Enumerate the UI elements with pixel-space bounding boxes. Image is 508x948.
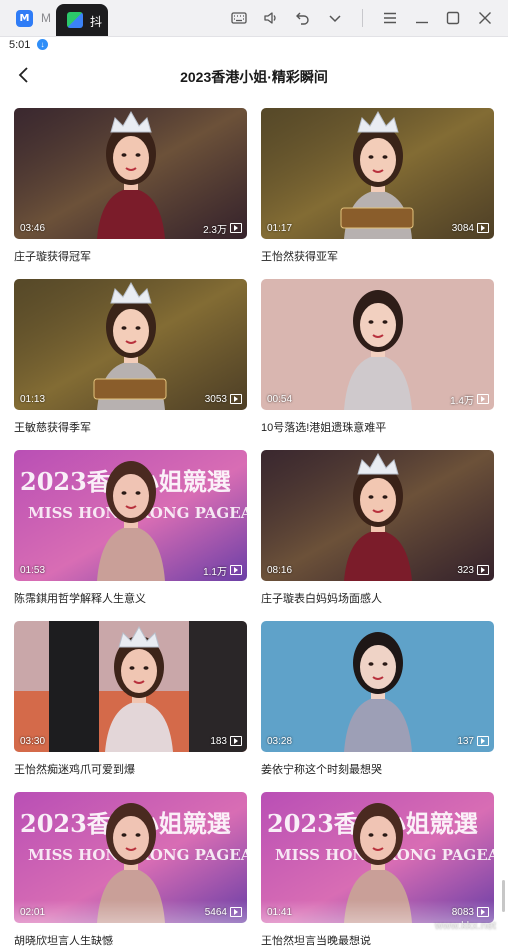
video-card[interactable]: 2023香港小姐競選 MISS HONG KONG PAGEANT 01:53 … bbox=[14, 450, 247, 606]
thumbnail-image bbox=[14, 108, 247, 239]
video-thumbnail[interactable]: 08:16 323 bbox=[261, 450, 494, 581]
view-count-text: 183 bbox=[210, 735, 227, 747]
divider bbox=[362, 9, 363, 27]
thumbnail-image bbox=[261, 108, 494, 239]
video-thumbnail[interactable]: 01:17 3084 bbox=[261, 108, 494, 239]
emulator-title-bar: M M 抖 bbox=[0, 0, 508, 37]
play-icon bbox=[477, 223, 489, 233]
video-thumbnail[interactable]: 2023香港小姐競選 MISS HONG KONG PAGEANT 01:53 … bbox=[14, 450, 247, 581]
view-count-text: 2.3万 bbox=[203, 224, 227, 236]
download-notification-icon: ↓ bbox=[37, 39, 48, 50]
view-count: 1.1万 bbox=[203, 564, 242, 578]
maximize-icon[interactable] bbox=[443, 8, 463, 28]
video-thumbnail[interactable]: 03:46 2.3万 bbox=[14, 108, 247, 239]
keyboard-icon[interactable] bbox=[229, 8, 249, 28]
view-count-text: 137 bbox=[457, 735, 474, 747]
app-logo-icon[interactable]: M bbox=[16, 10, 33, 27]
play-icon bbox=[477, 394, 489, 404]
tab-app-icon bbox=[67, 12, 83, 28]
view-count-text: 1.4万 bbox=[450, 395, 474, 407]
video-card[interactable]: 00:54 1.4万 10号落选!港姐遗珠意难平 bbox=[261, 279, 494, 435]
thumbnail-image: 2023香港小姐競選 MISS HONG KONG PAGEANT bbox=[14, 450, 247, 581]
thumbnail-image bbox=[261, 450, 494, 581]
scrollbar[interactable] bbox=[502, 880, 505, 912]
view-count: 183 bbox=[210, 735, 242, 747]
view-count: 3053 bbox=[205, 393, 242, 405]
video-duration: 01:17 bbox=[267, 223, 293, 234]
video-title[interactable]: 庄子璇表白妈妈场面感人 bbox=[261, 590, 494, 606]
video-duration: 08:16 bbox=[267, 565, 293, 576]
view-count: 1.4万 bbox=[450, 393, 489, 407]
thumbnail-image bbox=[14, 279, 247, 410]
play-icon bbox=[230, 565, 242, 575]
video-thumbnail[interactable]: 00:54 1.4万 bbox=[261, 279, 494, 410]
video-title[interactable]: 陈霈錤用哲学解释人生意义 bbox=[14, 590, 247, 606]
status-time: 5:01 bbox=[9, 39, 31, 51]
video-duration: 01:13 bbox=[20, 394, 46, 405]
view-count: 323 bbox=[457, 564, 489, 576]
active-tab-label: 抖 bbox=[90, 15, 103, 29]
thumbnail-image bbox=[261, 279, 494, 410]
bottom-fade bbox=[0, 900, 508, 936]
video-title[interactable]: 庄子璇获得冠军 bbox=[14, 248, 247, 264]
view-count-text: 3084 bbox=[451, 222, 474, 234]
video-title[interactable]: 王敏慈获得季军 bbox=[14, 419, 247, 435]
video-title[interactable]: 王怡然痴迷鸡爪可爱到爆 bbox=[14, 761, 247, 777]
play-icon bbox=[230, 394, 242, 404]
view-count: 2.3万 bbox=[203, 222, 242, 236]
video-card[interactable]: 03:30 183 王怡然痴迷鸡爪可爱到爆 bbox=[14, 621, 247, 777]
video-duration: 03:46 bbox=[20, 223, 46, 234]
chevron-down-icon[interactable] bbox=[325, 8, 345, 28]
close-icon[interactable] bbox=[475, 8, 495, 28]
play-icon bbox=[477, 565, 489, 575]
video-card[interactable]: 01:13 3053 王敏慈获得季军 bbox=[14, 279, 247, 435]
app-tab-label[interactable]: M bbox=[41, 11, 51, 25]
undo-icon[interactable] bbox=[293, 8, 313, 28]
video-duration: 03:28 bbox=[267, 736, 293, 747]
view-count-text: 323 bbox=[457, 564, 474, 576]
thumbnail-image bbox=[14, 621, 247, 752]
play-icon bbox=[230, 736, 242, 746]
video-card[interactable]: 03:28 137 姜依宁称这个时刻最想哭 bbox=[261, 621, 494, 777]
video-thumbnail[interactable]: 03:28 137 bbox=[261, 621, 494, 752]
video-card[interactable]: 01:17 3084 王怡然获得亚军 bbox=[261, 108, 494, 264]
view-count-text: 1.1万 bbox=[203, 566, 227, 578]
video-thumbnail[interactable]: 01:13 3053 bbox=[14, 279, 247, 410]
video-title[interactable]: 王怡然获得亚军 bbox=[261, 248, 494, 264]
active-tab[interactable]: 抖 bbox=[56, 4, 108, 36]
video-card[interactable]: 08:16 323 庄子璇表白妈妈场面感人 bbox=[261, 450, 494, 606]
view-count: 3084 bbox=[452, 222, 489, 234]
video-thumbnail[interactable]: 03:30 183 bbox=[14, 621, 247, 752]
video-duration: 01:53 bbox=[20, 565, 46, 576]
volume-icon[interactable] bbox=[261, 8, 281, 28]
watermark: www.kkx.net bbox=[434, 920, 496, 932]
menu-icon[interactable] bbox=[380, 8, 400, 28]
video-duration: 00:54 bbox=[267, 394, 293, 405]
minimize-icon[interactable] bbox=[412, 8, 432, 28]
view-count-text: 3053 bbox=[204, 393, 227, 405]
play-icon bbox=[230, 223, 242, 233]
view-count: 137 bbox=[457, 735, 489, 747]
play-icon bbox=[477, 736, 489, 746]
video-duration: 03:30 bbox=[20, 736, 46, 747]
video-title[interactable]: 10号落选!港姐遗珠意难平 bbox=[261, 419, 494, 435]
video-title[interactable]: 姜依宁称这个时刻最想哭 bbox=[261, 761, 494, 777]
page-title: 2023香港小姐·精彩瞬间 bbox=[180, 69, 328, 85]
thumbnail-image bbox=[261, 621, 494, 752]
video-card[interactable]: 03:46 2.3万 庄子璇获得冠军 bbox=[14, 108, 247, 264]
